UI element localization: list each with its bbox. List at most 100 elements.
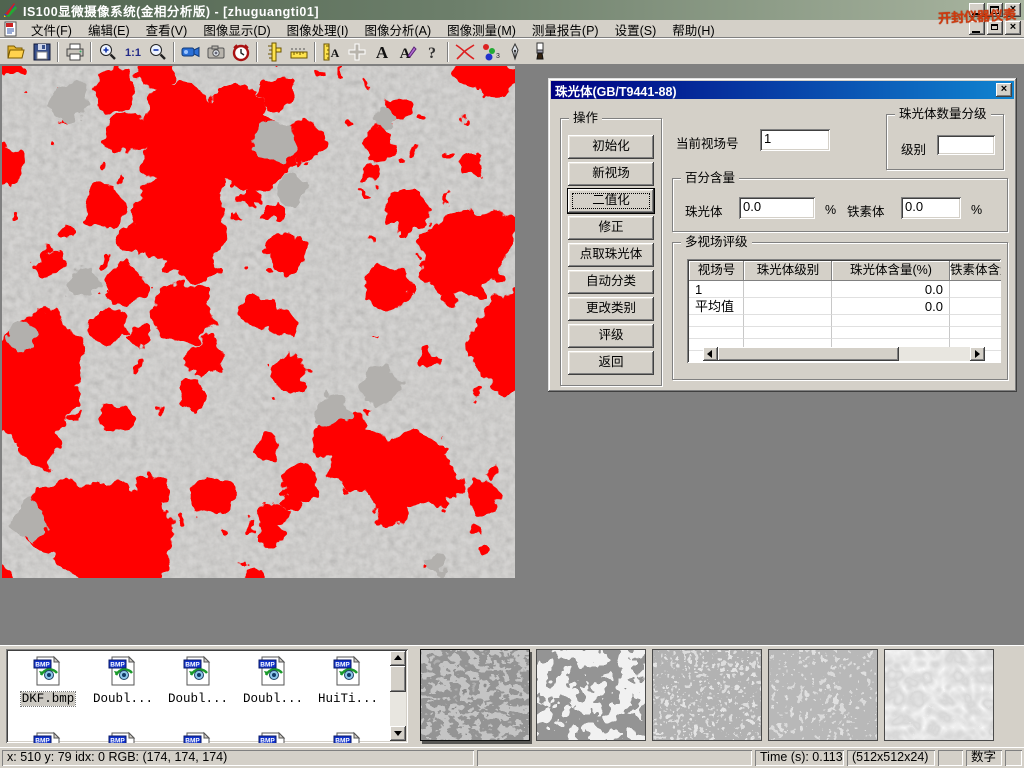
- zoom-out-button[interactable]: [145, 40, 170, 64]
- pearlite-input[interactable]: 0.0: [739, 197, 815, 219]
- zoom-out-icon: [148, 42, 168, 62]
- rating-table[interactable]: 视场号珠光体级别珠光体含量(%)铁素体含量(%) 10.0平均值0.0: [687, 259, 1001, 363]
- dialog-title-bar[interactable]: 珠光体(GB/T9441-88) ×: [551, 81, 1014, 99]
- menu-item-7[interactable]: 测量报告(P): [524, 19, 607, 40]
- vendor-watermark: 开封仪器仪表: [938, 4, 1017, 27]
- caliper-button[interactable]: [261, 40, 286, 64]
- print-button[interactable]: [62, 40, 87, 64]
- file-item-4[interactable]: BMPHuiTi...: [312, 655, 384, 706]
- ruler-button[interactable]: [286, 40, 311, 64]
- thumbnail-4[interactable]: [768, 649, 878, 741]
- file-item-row2-1[interactable]: BMP: [87, 731, 159, 743]
- file-name: DKF.bmp: [21, 692, 76, 706]
- menu-item-1[interactable]: 编辑(E): [80, 19, 138, 40]
- pen-button[interactable]: [502, 40, 527, 64]
- open-icon: [7, 42, 27, 62]
- classify-points-button[interactable]: 3: [477, 40, 502, 64]
- move-cross-button[interactable]: [344, 40, 369, 64]
- menu-item-2[interactable]: 查看(V): [138, 19, 196, 40]
- table-cell: 平均值: [689, 298, 744, 315]
- empty-status-panel: [477, 750, 752, 766]
- pearlite-value: 0.0: [743, 199, 761, 214]
- bmp-file-icon: BMP: [107, 731, 139, 743]
- help-button[interactable]: ?: [419, 40, 444, 64]
- table-header-1[interactable]: 珠光体级别: [744, 261, 832, 281]
- bmp-file-icon: BMP: [332, 731, 364, 743]
- time-status: Time (s): 0.113: [755, 750, 844, 766]
- thumbnail-3[interactable]: [652, 649, 762, 741]
- table-row[interactable]: [689, 315, 999, 327]
- menu-item-4[interactable]: 图像处理(I): [279, 19, 357, 40]
- menu-item-5[interactable]: 图像分析(A): [356, 19, 439, 40]
- file-item-row2-2[interactable]: BMP: [162, 731, 234, 743]
- file-item-1[interactable]: BMPDoubl...: [87, 655, 159, 706]
- file-item-row2-0[interactable]: BMP: [12, 731, 84, 743]
- scroll-down-button[interactable]: [390, 726, 406, 741]
- measure-text-button[interactable]: A: [319, 40, 344, 64]
- app-icon: [3, 2, 19, 18]
- table-header-2[interactable]: 珠光体含量(%): [832, 261, 950, 281]
- table-row[interactable]: 平均值0.0: [689, 298, 999, 315]
- annotate-text-button[interactable]: A: [394, 40, 419, 64]
- open-button[interactable]: [4, 40, 29, 64]
- table-header-3[interactable]: 铁素体含量(%): [950, 261, 1001, 281]
- op-button-8[interactable]: 返回: [568, 351, 654, 375]
- op-button-2[interactable]: 二值化: [568, 189, 654, 213]
- table-row[interactable]: 10.0: [689, 281, 999, 298]
- current-field-input[interactable]: 1: [760, 129, 830, 151]
- scroll-left-button[interactable]: [703, 347, 718, 361]
- ferrite-input[interactable]: 0.0: [901, 197, 961, 219]
- thumbnail-2[interactable]: [536, 649, 646, 741]
- scroll-right-button[interactable]: [970, 347, 985, 361]
- zoom-in-button[interactable]: [95, 40, 120, 64]
- op-button-4[interactable]: 点取珠光体: [568, 243, 654, 267]
- text-button[interactable]: A: [369, 40, 394, 64]
- op-button-0[interactable]: 初始化: [568, 135, 654, 159]
- brush-button[interactable]: [527, 40, 552, 64]
- file-item-row2-4[interactable]: BMP: [312, 731, 384, 743]
- micrograph-image[interactable]: [2, 66, 515, 578]
- timer-button[interactable]: [228, 40, 253, 64]
- file-item-2[interactable]: BMPDoubl...: [162, 655, 234, 706]
- table-row[interactable]: [689, 327, 999, 339]
- menu-item-3[interactable]: 图像显示(D): [195, 19, 278, 40]
- menu-item-0[interactable]: 文件(F): [23, 19, 80, 40]
- file-name: Doubl...: [242, 692, 304, 706]
- op-button-5[interactable]: 自动分类: [568, 270, 654, 294]
- hscroll-thumb[interactable]: [718, 347, 899, 361]
- thumbnail-1[interactable]: [420, 649, 530, 741]
- video-capture-button[interactable]: [178, 40, 203, 64]
- empty-status-panel: [1005, 750, 1022, 766]
- video-camera-icon: [181, 42, 201, 62]
- menu-item-9[interactable]: 帮助(H): [664, 19, 722, 40]
- level-input[interactable]: [937, 135, 995, 155]
- thumbnail-5[interactable]: [884, 649, 994, 741]
- title-bar: IS100显微摄像系统(金相分析版) - [zhuguangti01] ×: [0, 0, 1024, 20]
- application-window: IS100显微摄像系统(金相分析版) - [zhuguangti01] × 开封…: [0, 0, 1024, 768]
- vscroll-thumb[interactable]: [390, 666, 406, 692]
- menu-item-8[interactable]: 设置(S): [607, 19, 665, 40]
- down-arrow-icon: [394, 731, 402, 736]
- dialog-close-button[interactable]: ×: [996, 83, 1012, 97]
- camera-button[interactable]: [203, 40, 228, 64]
- scroll-up-button[interactable]: [390, 651, 406, 666]
- toolbar-separator: [90, 42, 92, 62]
- table-header-0[interactable]: 视场号: [689, 261, 744, 281]
- file-item-3[interactable]: BMPDoubl...: [237, 655, 309, 706]
- curve-cut-button[interactable]: [452, 40, 477, 64]
- file-browser[interactable]: BMPDKF.bmpBMPDoubl...BMPDoubl...BMPDoubl…: [6, 649, 408, 743]
- actual-size-button[interactable]: 1:1: [120, 40, 145, 64]
- menu-item-6[interactable]: 图像测量(M): [439, 19, 524, 40]
- hscroll-track[interactable]: [718, 347, 970, 361]
- menu-bar: 文件(F)编辑(E)查看(V)图像显示(D)图像处理(I)图像分析(A)图像测量…: [0, 20, 1024, 38]
- save-button[interactable]: [29, 40, 54, 64]
- file-item-row2-3[interactable]: BMP: [237, 731, 309, 743]
- dialog-title-text: 珠光体(GB/T9441-88): [555, 81, 677, 100]
- table-hscrollbar[interactable]: [703, 347, 985, 361]
- file-item-0[interactable]: BMPDKF.bmp: [12, 655, 84, 706]
- op-button-3[interactable]: 修正: [568, 216, 654, 240]
- file-vscrollbar[interactable]: [390, 651, 406, 741]
- op-button-7[interactable]: 评级: [568, 324, 654, 348]
- op-button-1[interactable]: 新视场: [568, 162, 654, 186]
- op-button-6[interactable]: 更改类别: [568, 297, 654, 321]
